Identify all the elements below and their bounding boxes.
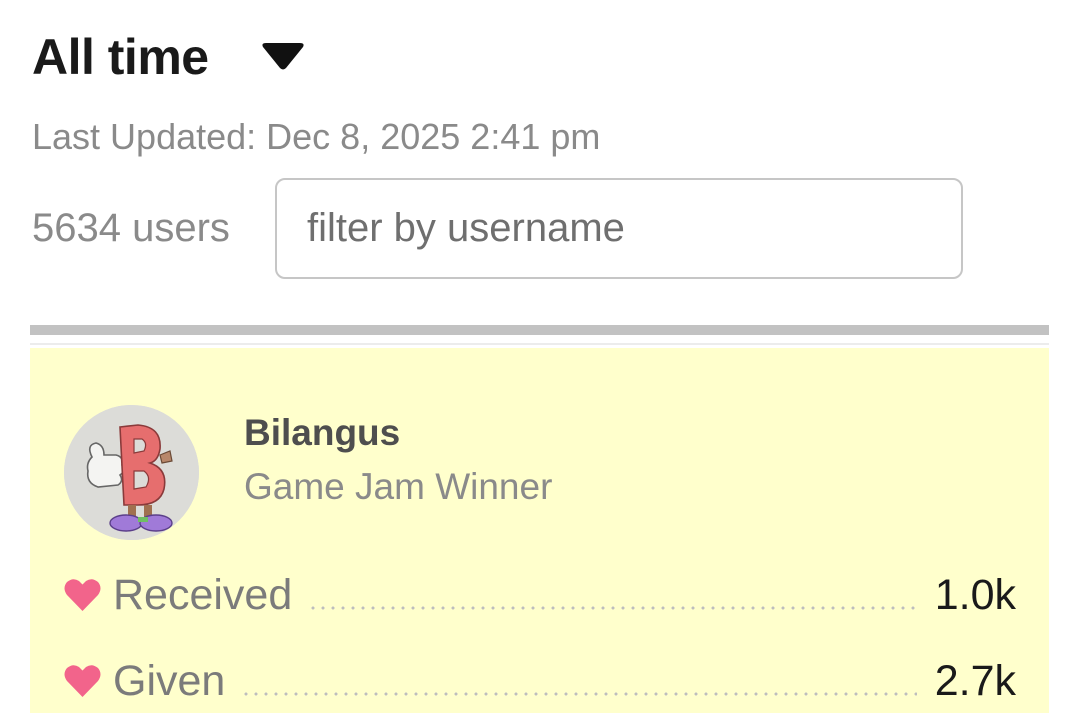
stat-row-received: Received 1.0k (64, 570, 1016, 620)
user-title: Game Jam Winner (244, 466, 553, 507)
list-divider-thin (30, 343, 1049, 345)
user-count: 5634 users (32, 206, 230, 250)
period-dropdown[interactable]: All time (32, 28, 305, 86)
stat-label: Received (113, 571, 293, 619)
heart-icon (64, 579, 101, 611)
period-label: All time (32, 29, 209, 85)
stat-label: Given (113, 657, 226, 705)
stat-value: 2.7k (934, 657, 1016, 705)
stat-row-given: Given 2.7k (64, 656, 1016, 706)
leaderboard-page: All time Last Updated: Dec 8, 2025 2:41 … (0, 0, 1080, 713)
dot-leader (241, 692, 917, 696)
user-card[interactable]: Bilangus Game Jam Winner Received 1.0k G… (30, 348, 1049, 713)
last-updated-text: Last Updated: Dec 8, 2025 2:41 pm (32, 116, 601, 157)
caret-down-icon (262, 43, 304, 70)
avatar[interactable] (64, 405, 199, 540)
username-filter-input[interactable] (275, 178, 963, 279)
dot-leader (308, 606, 917, 610)
username[interactable]: Bilangus (244, 412, 400, 454)
stat-value: 1.0k (934, 571, 1016, 619)
avatar-drawing-icon (64, 405, 199, 540)
list-divider (30, 325, 1049, 335)
heart-icon (64, 665, 101, 697)
